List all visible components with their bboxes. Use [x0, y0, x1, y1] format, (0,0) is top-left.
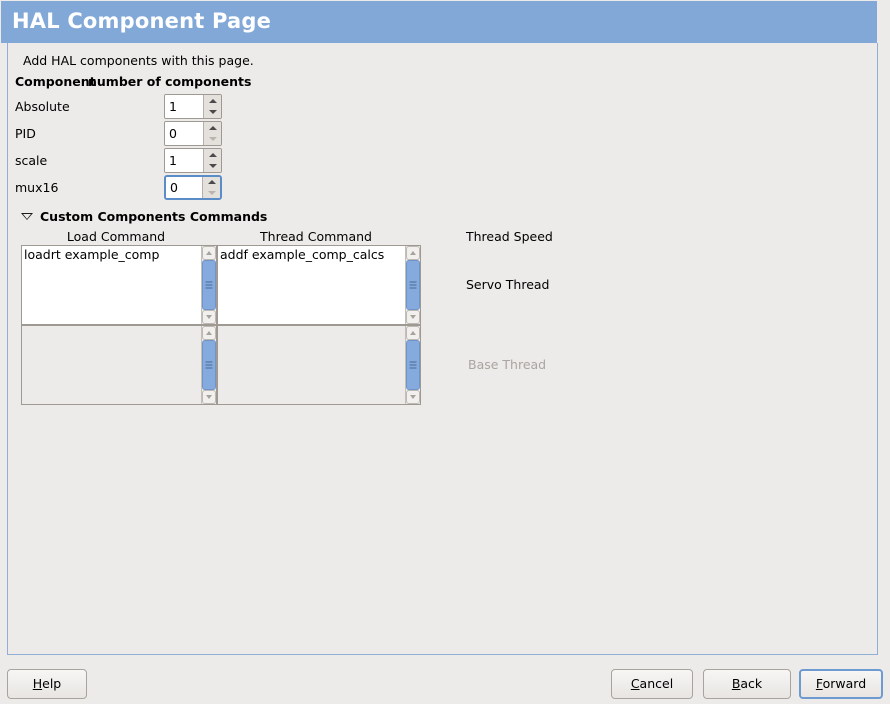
spinner-scale-arrows[interactable]	[203, 149, 221, 172]
spinner-pid[interactable]: 0	[164, 121, 222, 146]
scrollbar-track[interactable]	[406, 340, 420, 390]
scroll-down-arrow-icon[interactable]	[202, 310, 216, 324]
scroll-down-arrow-icon[interactable]	[406, 310, 420, 324]
scrollbar-track[interactable]	[406, 260, 420, 310]
forward-button[interactable]: Forward	[799, 669, 883, 699]
page-title: HAL Component Page	[12, 9, 272, 33]
custom-components-expander[interactable]: Custom Components Commands	[21, 209, 267, 224]
cancel-button-mnemonic: C	[630, 676, 640, 691]
spinner-up-icon[interactable]	[204, 149, 221, 161]
base-thread-label: Base Thread	[468, 357, 547, 372]
cancel-button[interactable]: Cancel	[611, 669, 693, 699]
column-header-number-of-components: number of components	[88, 74, 252, 89]
component-row-scale: scale 1	[15, 148, 235, 175]
scroll-up-arrow-icon[interactable]	[202, 246, 216, 260]
component-label-scale: scale	[15, 153, 48, 168]
back-button-label: ack	[740, 676, 763, 691]
scrollbar-track[interactable]	[202, 260, 216, 310]
scrollbar-grip-icon	[409, 361, 417, 369]
spinner-absolute-arrows[interactable]	[203, 95, 221, 118]
scroll-down-arrow-icon[interactable]	[202, 390, 216, 404]
spinner-down-icon[interactable]	[204, 161, 221, 173]
forward-button-label: orward	[822, 676, 867, 691]
scrollbar-thumb[interactable]	[406, 340, 420, 390]
scrollbar-vertical[interactable]	[201, 326, 216, 404]
spinner-up-icon[interactable]	[204, 95, 221, 107]
spinner-up-icon[interactable]	[203, 177, 220, 188]
scrollbar-thumb[interactable]	[202, 340, 216, 390]
component-row-absolute: Absolute 1	[15, 94, 235, 121]
page-header-banner: HAL Component Page	[1, 1, 877, 43]
spinner-down-icon	[203, 188, 220, 199]
cancel-button-label: ancel	[639, 676, 674, 691]
load-command-text-servo[interactable]: loadrt example_comp	[22, 246, 201, 324]
scrollbar-vertical[interactable]	[405, 246, 420, 324]
spinner-mux16[interactable]: 0	[164, 175, 222, 200]
spinner-up-icon[interactable]	[204, 122, 221, 134]
component-label-pid: PID	[15, 126, 36, 141]
scrollbar-thumb[interactable]	[406, 260, 420, 310]
scrollbar-track[interactable]	[202, 340, 216, 390]
scrollbar-vertical[interactable]	[405, 326, 420, 404]
spinner-scale-value[interactable]: 1	[165, 149, 203, 172]
servo-thread-label: Servo Thread	[466, 277, 550, 292]
spinner-absolute[interactable]: 1	[164, 94, 222, 119]
back-button[interactable]: Back	[703, 669, 791, 699]
spinner-mux16-arrows[interactable]	[202, 177, 220, 198]
component-row-mux16: mux16 0	[15, 175, 235, 202]
spinner-scale[interactable]: 1	[164, 148, 222, 173]
thread-command-text-base[interactable]	[218, 326, 405, 404]
column-header-thread-speed: Thread Speed	[466, 229, 553, 244]
component-row-pid: PID 0	[15, 121, 235, 148]
column-header-thread-command: Thread Command	[260, 229, 372, 244]
spinner-down-icon	[204, 134, 221, 146]
scroll-down-arrow-icon[interactable]	[406, 390, 420, 404]
custom-components-expander-label: Custom Components Commands	[40, 209, 268, 224]
component-label-absolute: Absolute	[15, 99, 70, 114]
load-command-textarea-base[interactable]	[21, 325, 217, 405]
spinner-pid-value[interactable]: 0	[165, 122, 203, 145]
triangle-down-icon[interactable]	[21, 213, 33, 220]
load-command-text-base[interactable]	[22, 326, 201, 404]
spinner-mux16-value[interactable]: 0	[166, 177, 202, 198]
spinner-pid-arrows[interactable]	[203, 122, 221, 145]
thread-command-text-servo[interactable]: addf example_comp_calcs	[218, 246, 405, 324]
thread-command-textarea-base[interactable]	[217, 325, 421, 405]
scrollbar-grip-icon	[205, 361, 213, 369]
spinner-absolute-value[interactable]: 1	[165, 95, 203, 118]
intro-description: Add HAL components with this page.	[23, 53, 254, 68]
scroll-up-arrow-icon[interactable]	[406, 246, 420, 260]
thread-command-textarea-servo[interactable]: addf example_comp_calcs	[217, 245, 421, 325]
scrollbar-vertical[interactable]	[201, 246, 216, 324]
column-header-load-command: Load Command	[66, 229, 166, 244]
component-label-mux16: mux16	[15, 180, 59, 195]
scroll-up-arrow-icon[interactable]	[202, 326, 216, 340]
column-header-component: Component	[15, 74, 96, 89]
help-button[interactable]: Help	[7, 669, 87, 699]
spinner-down-icon[interactable]	[204, 107, 221, 119]
load-command-textarea-servo[interactable]: loadrt example_comp	[21, 245, 217, 325]
forward-button-mnemonic: F	[815, 676, 823, 691]
scrollbar-thumb[interactable]	[202, 260, 216, 310]
scrollbar-grip-icon	[205, 281, 213, 289]
scroll-up-arrow-icon[interactable]	[406, 326, 420, 340]
help-button-label: elp	[42, 676, 62, 691]
help-button-mnemonic: H	[32, 676, 43, 691]
scrollbar-grip-icon	[409, 281, 417, 289]
